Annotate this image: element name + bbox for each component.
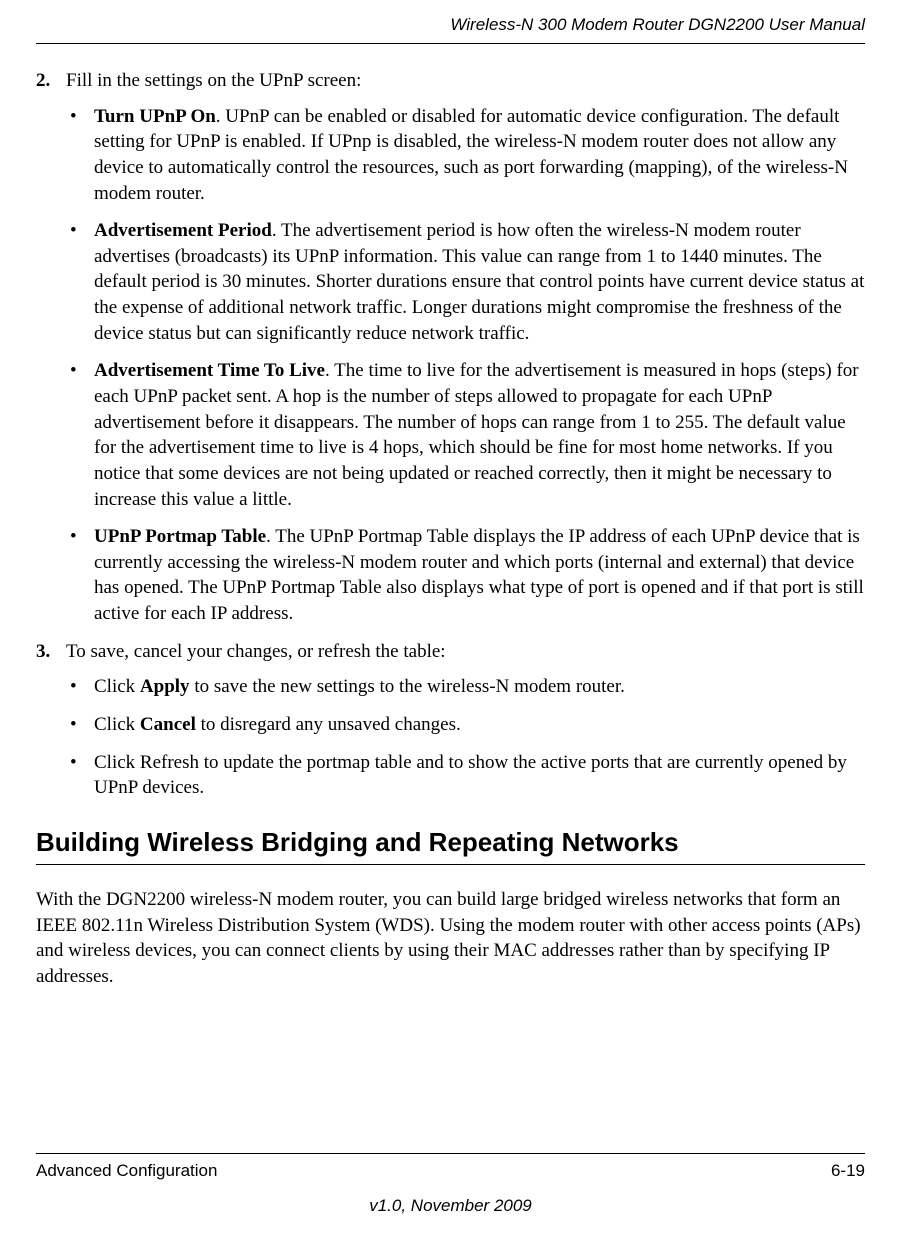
- bullet-marker: •: [66, 358, 94, 512]
- bullet-item: • Turn UPnP On. UPnP can be enabled or d…: [66, 104, 865, 207]
- footer-version: v1.0, November 2009: [36, 1195, 865, 1218]
- bullet-bold: Advertisement Period: [94, 220, 272, 241]
- bullet-item: • Advertisement Period. The advertisemen…: [66, 218, 865, 346]
- step-text: Fill in the settings on the UPnP screen:: [66, 68, 865, 94]
- bullet-bold: Turn UPnP On: [94, 106, 216, 127]
- bullet-marker: •: [66, 712, 94, 738]
- step-number: 2.: [36, 68, 66, 94]
- footer-line: Advanced Configuration 6-19: [36, 1153, 865, 1183]
- bullet-content: Click Cancel to disregard any unsaved ch…: [94, 712, 865, 738]
- bullet-rest: . The time to live for the advertisement…: [94, 360, 859, 509]
- step-number: 3.: [36, 639, 66, 665]
- bullet-content: Advertisement Period. The advertisement …: [94, 218, 865, 346]
- bullet-item: • Click Cancel to disregard any unsaved …: [66, 712, 865, 738]
- bullet-item: • UPnP Portmap Table. The UPnP Portmap T…: [66, 524, 865, 627]
- bullet-item: • Click Apply to save the new settings t…: [66, 674, 865, 700]
- bullet-marker: •: [66, 218, 94, 346]
- bullet-rest: to save the new settings to the wireless…: [190, 676, 625, 697]
- section-heading: Building Wireless Bridging and Repeating…: [36, 825, 865, 865]
- bullet-content: Click Refresh to update the portmap tabl…: [94, 750, 865, 801]
- bullet-content: Advertisement Time To Live. The time to …: [94, 358, 865, 512]
- footer-left: Advanced Configuration: [36, 1160, 217, 1183]
- bullet-content: UPnP Portmap Table. The UPnP Portmap Tab…: [94, 524, 865, 627]
- step-2: 2. Fill in the settings on the UPnP scre…: [36, 68, 865, 94]
- section-paragraph: With the DGN2200 wireless-N modem router…: [36, 887, 865, 990]
- page-footer: Advanced Configuration 6-19 v1.0, Novemb…: [36, 1153, 865, 1218]
- bullet-marker: •: [66, 674, 94, 700]
- bullet-bold: Advertisement Time To Live: [94, 360, 325, 381]
- step-3-bullets: • Click Apply to save the new settings t…: [66, 674, 865, 801]
- bullet-rest: to disregard any unsaved changes.: [196, 714, 461, 735]
- bullet-marker: •: [66, 750, 94, 801]
- bullet-pre: Click: [94, 676, 140, 697]
- step-3: 3. To save, cancel your changes, or refr…: [36, 639, 865, 665]
- bullet-rest: Click Refresh to update the portmap tabl…: [94, 752, 847, 799]
- bullet-bold: Apply: [140, 676, 190, 697]
- bullet-item: • Advertisement Time To Live. The time t…: [66, 358, 865, 512]
- step-text: To save, cancel your changes, or refresh…: [66, 639, 865, 665]
- bullet-bold: UPnP Portmap Table: [94, 526, 266, 547]
- bullet-content: Click Apply to save the new settings to …: [94, 674, 865, 700]
- bullet-item: • Click Refresh to update the portmap ta…: [66, 750, 865, 801]
- bullet-marker: •: [66, 104, 94, 207]
- footer-right: 6-19: [831, 1160, 865, 1183]
- bullet-marker: •: [66, 524, 94, 627]
- page-header: Wireless-N 300 Modem Router DGN2200 User…: [36, 0, 865, 44]
- bullet-content: Turn UPnP On. UPnP can be enabled or dis…: [94, 104, 865, 207]
- bullet-pre: Click: [94, 714, 140, 735]
- bullet-bold: Cancel: [140, 714, 196, 735]
- step-2-bullets: • Turn UPnP On. UPnP can be enabled or d…: [66, 104, 865, 627]
